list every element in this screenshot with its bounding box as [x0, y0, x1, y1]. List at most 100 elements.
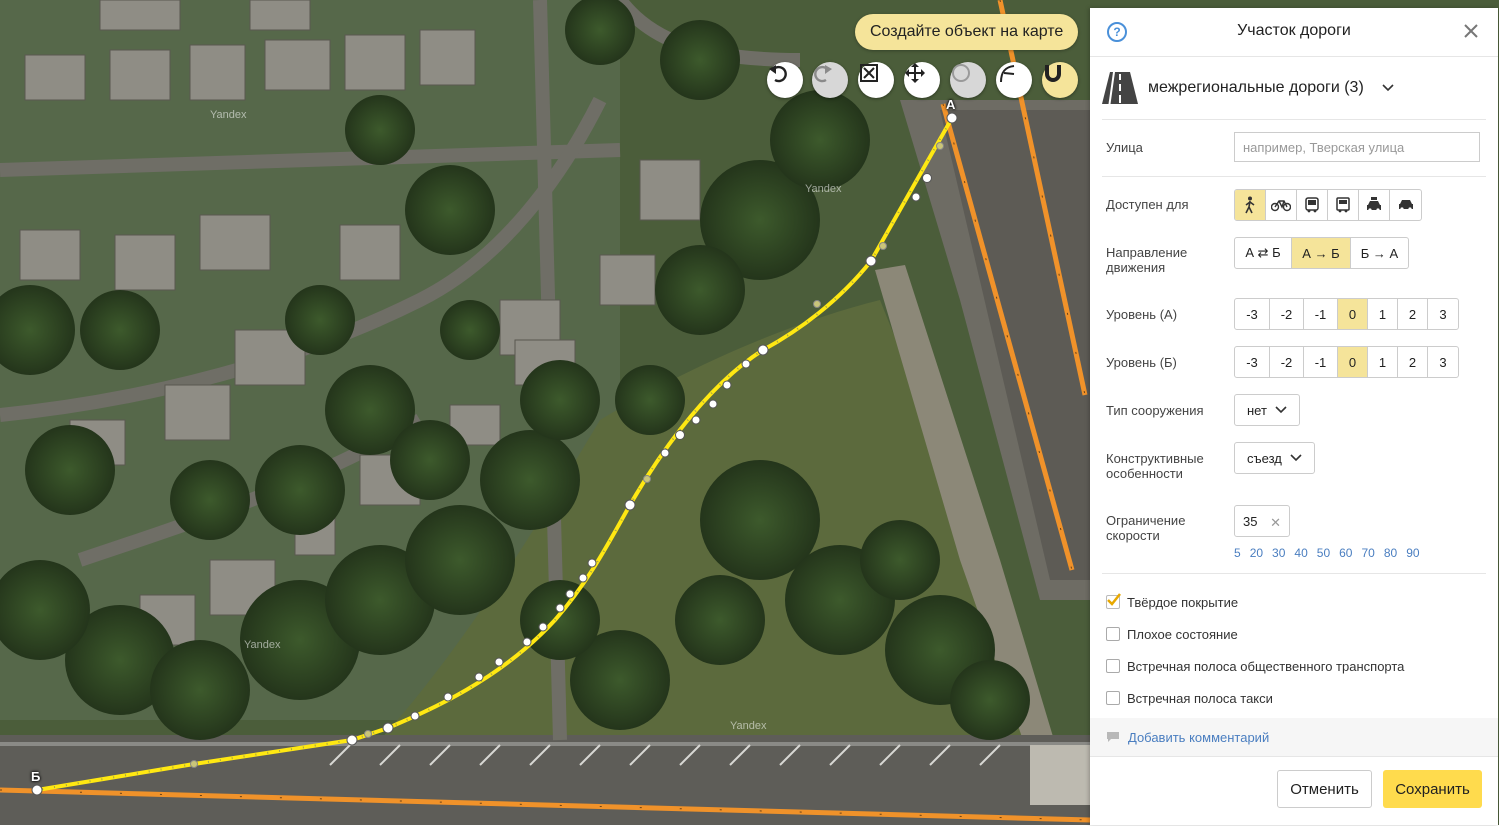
split-road-button[interactable] — [996, 62, 1032, 98]
direction-a-to-b[interactable]: А → Б — [1292, 238, 1351, 268]
divider — [1102, 176, 1486, 177]
structure-dropdown[interactable]: нет — [1234, 394, 1300, 426]
truck-icon — [1336, 197, 1350, 213]
undo-button[interactable] — [767, 62, 803, 98]
create-object-hint: Создайте объект на карте — [855, 14, 1079, 50]
taxi-lane-checkbox[interactable]: Встречная полоса такси — [1106, 689, 1273, 707]
speed-preset[interactable]: 70 — [1361, 546, 1374, 560]
hard-surface-checkbox[interactable]: Твёрдое покрытие — [1106, 593, 1238, 611]
access-taxi[interactable] — [1359, 190, 1390, 220]
speed-input[interactable]: 35 ✕ — [1234, 505, 1290, 537]
speed-preset[interactable]: 90 — [1406, 546, 1419, 560]
bus-icon — [1305, 197, 1319, 213]
point-a-label: А — [946, 97, 956, 112]
speed-preset[interactable]: 50 — [1317, 546, 1330, 560]
level-a-option[interactable]: 1 — [1368, 299, 1398, 329]
move-icon — [905, 63, 925, 83]
access-bus[interactable] — [1297, 190, 1328, 220]
level-b-option[interactable]: 2 — [1398, 347, 1428, 377]
comment-icon — [1107, 732, 1119, 742]
level-b-option[interactable]: -2 — [1270, 347, 1304, 377]
features-dropdown[interactable]: съезд — [1234, 442, 1315, 474]
chevron-down-icon — [1290, 454, 1302, 462]
speed-preset[interactable]: 30 — [1272, 546, 1285, 560]
level-b-option[interactable]: 0 — [1338, 347, 1368, 377]
level-b-option[interactable]: -3 — [1235, 347, 1270, 377]
circle-tool-button[interactable] — [950, 62, 986, 98]
speed-preset[interactable]: 20 — [1250, 546, 1263, 560]
add-comment-link[interactable]: Добавить комментарий — [1128, 730, 1269, 745]
access-car[interactable] — [1390, 190, 1421, 220]
panel-header: ? Участок дороги — [1090, 8, 1498, 57]
road-type-label: межрегиональные дороги (3) — [1148, 79, 1364, 96]
direction-b-to-a[interactable]: Б → А — [1351, 238, 1408, 268]
level-b-option[interactable]: 1 — [1368, 347, 1398, 377]
access-pedestrian[interactable] — [1235, 190, 1266, 220]
divider — [1102, 573, 1486, 574]
direction-label: Направление движения — [1106, 245, 1188, 275]
close-icon[interactable] — [1462, 22, 1480, 40]
level-b-option[interactable]: 3 — [1428, 347, 1458, 377]
map-watermark: Yandex — [210, 109, 247, 121]
chevron-down-icon — [1275, 406, 1287, 414]
checkbox-icon — [1106, 691, 1120, 705]
snap-button[interactable] — [1042, 62, 1078, 98]
delete-vertex-button[interactable] — [858, 62, 894, 98]
redo-icon — [814, 65, 832, 83]
cancel-button[interactable]: Отменить — [1277, 770, 1372, 808]
checkbox-label: Встречная полоса такси — [1127, 690, 1273, 706]
road-segment-panel: ? Участок дороги межрегиональные дороги … — [1090, 8, 1498, 825]
access-label: Доступен для — [1106, 197, 1189, 212]
save-button[interactable]: Сохранить — [1383, 770, 1482, 808]
street-label: Улица — [1106, 140, 1143, 155]
chevron-down-icon — [1382, 84, 1394, 92]
structure-value: нет — [1247, 402, 1267, 418]
comment-row: Добавить комментарий — [1090, 718, 1498, 756]
speed-value: 35 — [1243, 514, 1258, 529]
direction-both[interactable]: А ⇄ Б — [1235, 238, 1292, 268]
level-a-option[interactable]: 0 — [1338, 299, 1368, 329]
speed-label: Ограничение скорости — [1106, 513, 1186, 543]
undo-icon — [769, 65, 787, 83]
checkbox-icon — [1106, 659, 1120, 673]
map-watermark: Yandex — [244, 639, 281, 651]
level-a-option[interactable]: -1 — [1304, 299, 1338, 329]
level-b-control: -3 -2 -1 0 1 2 3 — [1234, 346, 1459, 378]
checkbox-label: Плохое состояние — [1127, 626, 1238, 642]
level-a-control: -3 -2 -1 0 1 2 3 — [1234, 298, 1459, 330]
checkbox-label: Твёрдое покрытие — [1127, 594, 1239, 610]
speed-preset[interactable]: 80 — [1384, 546, 1397, 560]
speed-preset[interactable]: 5 — [1234, 546, 1241, 560]
features-label: Конструктивные особенности — [1106, 451, 1204, 481]
redo-button[interactable] — [812, 62, 848, 98]
level-a-option[interactable]: -3 — [1235, 299, 1270, 329]
level-a-option[interactable]: -2 — [1270, 299, 1304, 329]
level-a-option[interactable]: 3 — [1428, 299, 1458, 329]
level-b-option[interactable]: -1 — [1304, 347, 1338, 377]
level-a-option[interactable]: 2 — [1398, 299, 1428, 329]
speed-presets: 5 20 30 40 50 60 70 80 90 — [1234, 546, 1429, 560]
map-watermark: Yandex — [730, 720, 767, 732]
level-b-label: Уровень (Б) — [1106, 355, 1177, 370]
magnet-icon — [1045, 65, 1061, 82]
clear-icon[interactable]: ✕ — [1270, 515, 1281, 531]
features-value: съезд — [1247, 450, 1282, 466]
direction-control: А ⇄ Б А → Б Б → А — [1234, 237, 1409, 269]
bicycle-icon — [1271, 200, 1291, 212]
point-b-label: Б — [31, 769, 41, 784]
access-truck[interactable] — [1328, 190, 1359, 220]
checkbox-label: Встречная полоса общественного транспорт… — [1127, 658, 1405, 674]
move-button[interactable] — [904, 62, 940, 98]
speed-preset[interactable]: 40 — [1294, 546, 1307, 560]
structure-label: Тип сооружения — [1106, 403, 1204, 418]
pedestrian-icon — [1245, 196, 1255, 214]
street-input[interactable] — [1234, 132, 1480, 162]
speed-preset[interactable]: 60 — [1339, 546, 1352, 560]
transit-lane-checkbox[interactable]: Встречная полоса общественного транспорт… — [1106, 657, 1404, 675]
checkbox-icon — [1106, 627, 1120, 641]
access-bicycle[interactable] — [1266, 190, 1297, 220]
checkbox-checked-icon — [1106, 593, 1121, 609]
bad-condition-checkbox[interactable]: Плохое состояние — [1106, 625, 1238, 643]
taxi-icon — [1367, 197, 1381, 212]
delete-icon — [860, 64, 878, 82]
